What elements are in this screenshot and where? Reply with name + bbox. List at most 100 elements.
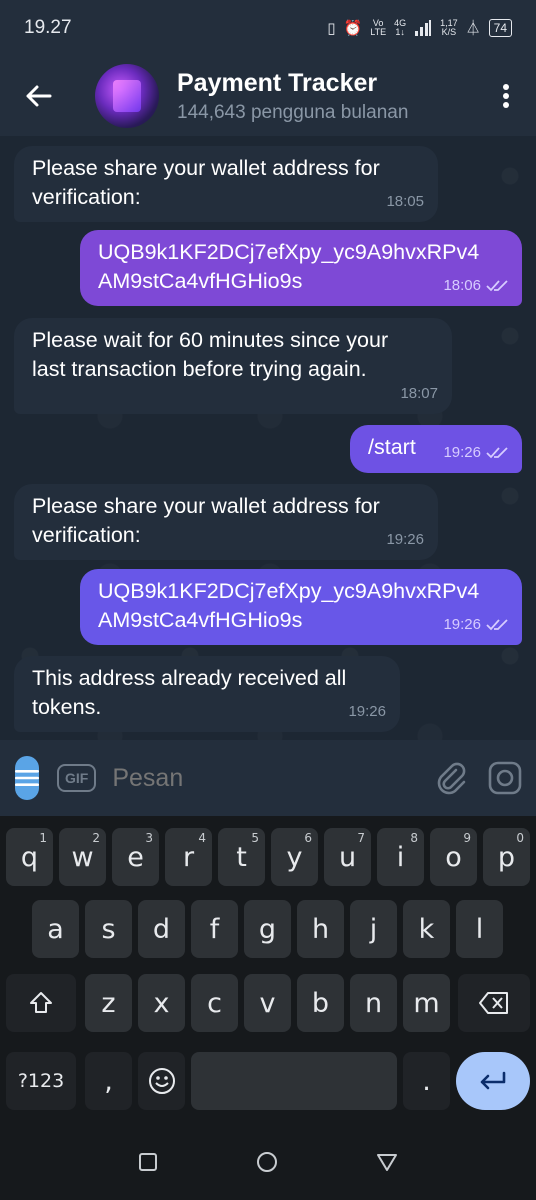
recents-button[interactable] xyxy=(138,1152,158,1177)
message-incoming[interactable]: Please share your wallet address for ver… xyxy=(14,146,438,222)
backspace-key[interactable] xyxy=(458,974,530,1032)
shift-key[interactable] xyxy=(6,974,76,1032)
double-check-icon xyxy=(486,618,508,630)
key-l[interactable]: l xyxy=(456,900,503,958)
vibrate-icon: ▯ xyxy=(327,19,336,37)
chat-title: Payment Tracker xyxy=(177,68,378,97)
key-r[interactable]: r4 xyxy=(165,828,212,886)
key-f[interactable]: f xyxy=(191,900,238,958)
key-p[interactable]: p0 xyxy=(483,828,530,886)
comma-key[interactable]: , xyxy=(85,1052,132,1110)
key-label: o xyxy=(445,841,462,873)
key-label: t xyxy=(236,841,247,873)
alarm-icon: ⏰ xyxy=(343,19,363,37)
chat-title-block[interactable]: Payment Tracker 144,643 pengguna bulanan xyxy=(177,69,408,124)
key-e[interactable]: e3 xyxy=(112,828,159,886)
gen-bottom: 1↓ xyxy=(395,27,405,37)
message-outgoing[interactable]: /start 19:26 xyxy=(350,425,522,473)
key-h[interactable]: h xyxy=(297,900,344,958)
double-check-icon xyxy=(486,446,508,458)
message-list[interactable]: Please share your wallet address for ver… xyxy=(0,136,536,740)
attach-button[interactable] xyxy=(434,756,468,800)
emoji-key[interactable] xyxy=(138,1052,185,1110)
message-outgoing[interactable]: UQB9k1KF2DCj7efXpy_yc9A9hvxRPv4 AM9stCa4… xyxy=(80,230,522,306)
message-text-line: UQB9k1KF2DCj7efXpy_yc9A9hvxRPv4 xyxy=(98,579,480,603)
key-label: q xyxy=(20,841,39,873)
key-label: f xyxy=(209,913,220,945)
key-c[interactable]: c xyxy=(191,974,238,1032)
bot-menu-button[interactable] xyxy=(15,756,39,800)
message-incoming[interactable]: Please wait for 60 minutes since your la… xyxy=(14,318,452,414)
speed-indicator: 1,17 K/S xyxy=(440,19,458,37)
emoji-icon xyxy=(148,1068,175,1094)
key-t[interactable]: t5 xyxy=(218,828,265,886)
key-number: 3 xyxy=(145,831,153,845)
nav-back-button[interactable] xyxy=(376,1152,398,1177)
key-q[interactable]: q1 xyxy=(6,828,53,886)
key-v[interactable]: v xyxy=(244,974,291,1032)
key-u[interactable]: u7 xyxy=(324,828,371,886)
shift-icon xyxy=(30,992,52,1013)
home-button[interactable] xyxy=(255,1150,279,1179)
message-text-line: Please share your wallet address for xyxy=(32,494,380,518)
message-outgoing[interactable]: UQB9k1KF2DCj7efXpy_yc9A9hvxRPv4 AM9stCa4… xyxy=(80,569,522,645)
key-w[interactable]: w2 xyxy=(59,828,106,886)
key-o[interactable]: o9 xyxy=(430,828,477,886)
key-number: 0 xyxy=(516,831,524,845)
key-x[interactable]: x xyxy=(138,974,185,1032)
key-y[interactable]: y6 xyxy=(271,828,318,886)
status-bar: 19.27 ▯ ⏰ Vo LTE 4G 1↓ 1,17 K/S ⏃ 74 xyxy=(0,0,536,56)
space-key[interactable] xyxy=(191,1052,397,1110)
more-menu-button[interactable] xyxy=(476,56,536,136)
key-label: r xyxy=(182,841,195,873)
symbols-key[interactable]: ?123 xyxy=(6,1052,76,1110)
key-label: p xyxy=(497,841,516,873)
key-label: n xyxy=(364,987,383,1019)
time-label: 19:26 xyxy=(348,703,386,720)
key-label: a xyxy=(47,913,64,945)
message-time: 18:06 xyxy=(443,271,508,300)
time-label: 19:26 xyxy=(386,531,424,548)
camera-icon xyxy=(489,761,522,795)
key-b[interactable]: b xyxy=(297,974,344,1032)
key-label: c xyxy=(207,987,222,1019)
message-text-line: verification: xyxy=(32,523,141,547)
signal-icon xyxy=(415,20,432,36)
key-d[interactable]: d xyxy=(138,900,185,958)
key-g[interactable]: g xyxy=(244,900,291,958)
key-n[interactable]: n xyxy=(350,974,397,1032)
message-incoming[interactable]: This address already received all tokens… xyxy=(14,656,400,732)
network-gen-indicator: 4G 1↓ xyxy=(394,19,406,37)
key-j[interactable]: j xyxy=(350,900,397,958)
camera-button[interactable] xyxy=(488,756,522,800)
key-i[interactable]: i8 xyxy=(377,828,424,886)
message-text-line: Please share your wallet address for xyxy=(32,156,380,180)
key-z[interactable]: z xyxy=(85,974,132,1032)
chat-subtitle: 144,643 pengguna bulanan xyxy=(177,101,409,123)
back-button[interactable] xyxy=(0,56,76,136)
paperclip-icon xyxy=(438,762,466,795)
key-number: 7 xyxy=(357,831,365,845)
message-text-line: last transaction before trying again. xyxy=(32,357,367,381)
key-m[interactable]: m xyxy=(403,974,450,1032)
message-input[interactable] xyxy=(112,756,435,800)
key-label: y xyxy=(286,841,303,873)
arrow-left-icon xyxy=(26,85,52,107)
gif-button[interactable]: GIF xyxy=(57,764,97,792)
key-s[interactable]: s xyxy=(85,900,132,958)
key-a[interactable]: a xyxy=(32,900,79,958)
key-k[interactable]: k xyxy=(403,900,450,958)
key-label: e xyxy=(127,841,144,873)
enter-key[interactable] xyxy=(456,1052,530,1110)
bot-avatar[interactable] xyxy=(95,64,159,128)
message-incoming[interactable]: Please share your wallet address for ver… xyxy=(14,484,438,560)
message-text-line: UQB9k1KF2DCj7efXpy_yc9A9hvxRPv4 xyxy=(98,240,480,264)
flask-icon: ⏃ xyxy=(465,19,481,37)
key-label: j xyxy=(369,913,378,945)
key-number: 8 xyxy=(410,831,418,845)
time-label: 18:06 xyxy=(443,277,481,294)
key-label: ?123 xyxy=(17,1070,65,1092)
message-text-line: Please wait for 60 minutes since your xyxy=(32,328,389,352)
key-number: 9 xyxy=(463,831,471,845)
period-key[interactable]: . xyxy=(403,1052,450,1110)
